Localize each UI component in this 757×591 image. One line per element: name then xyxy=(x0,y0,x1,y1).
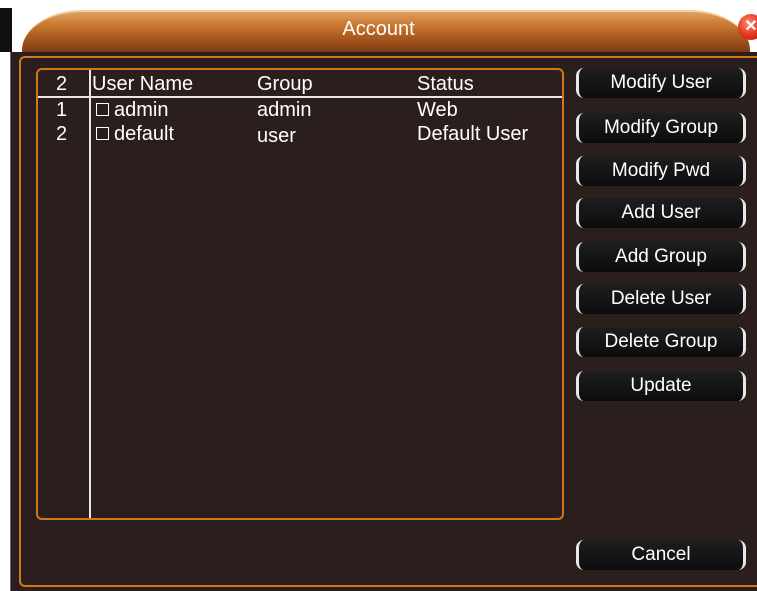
modify-user-button[interactable]: Modify User xyxy=(576,68,746,98)
row-1-user-name[interactable]: admin xyxy=(114,99,168,121)
update-button[interactable]: Update xyxy=(576,371,746,401)
account-window: Account ✕ 2 User Name Group Status 1 adm… xyxy=(0,0,757,591)
delete-user-button[interactable]: Delete User xyxy=(576,284,746,314)
row-1-checkbox[interactable] xyxy=(96,103,109,116)
delete-group-button[interactable]: Delete Group xyxy=(576,327,746,357)
header-divider xyxy=(38,96,562,98)
header-group[interactable]: Group xyxy=(257,73,313,95)
header-user-name[interactable]: User Name xyxy=(92,73,193,95)
close-icon[interactable]: ✕ xyxy=(738,14,757,40)
row-2-checkbox[interactable] xyxy=(96,127,109,140)
row-2-index: 2 xyxy=(56,123,68,145)
row-2-user-name[interactable]: default xyxy=(114,123,174,145)
row-2-status[interactable]: Default User xyxy=(417,123,528,145)
add-user-button[interactable]: Add User xyxy=(576,198,746,228)
title-bar: Account ✕ xyxy=(0,0,757,56)
window-title: Account xyxy=(342,18,415,40)
user-table: 2 User Name Group Status 1 admin admin W… xyxy=(36,68,564,520)
header-status[interactable]: Status xyxy=(417,73,474,95)
modify-group-button[interactable]: Modify Group xyxy=(576,113,746,143)
row-1-index: 1 xyxy=(56,99,68,121)
index-column-divider xyxy=(89,70,91,518)
row-2-group[interactable]: user xyxy=(257,125,296,147)
header-count: 2 xyxy=(56,73,68,95)
row-1-group[interactable]: admin xyxy=(257,99,311,121)
modify-pwd-button[interactable]: Modify Pwd xyxy=(576,156,746,186)
row-1-status[interactable]: Web xyxy=(417,99,458,121)
add-group-button[interactable]: Add Group xyxy=(576,242,746,272)
cancel-button[interactable]: Cancel xyxy=(576,540,746,570)
